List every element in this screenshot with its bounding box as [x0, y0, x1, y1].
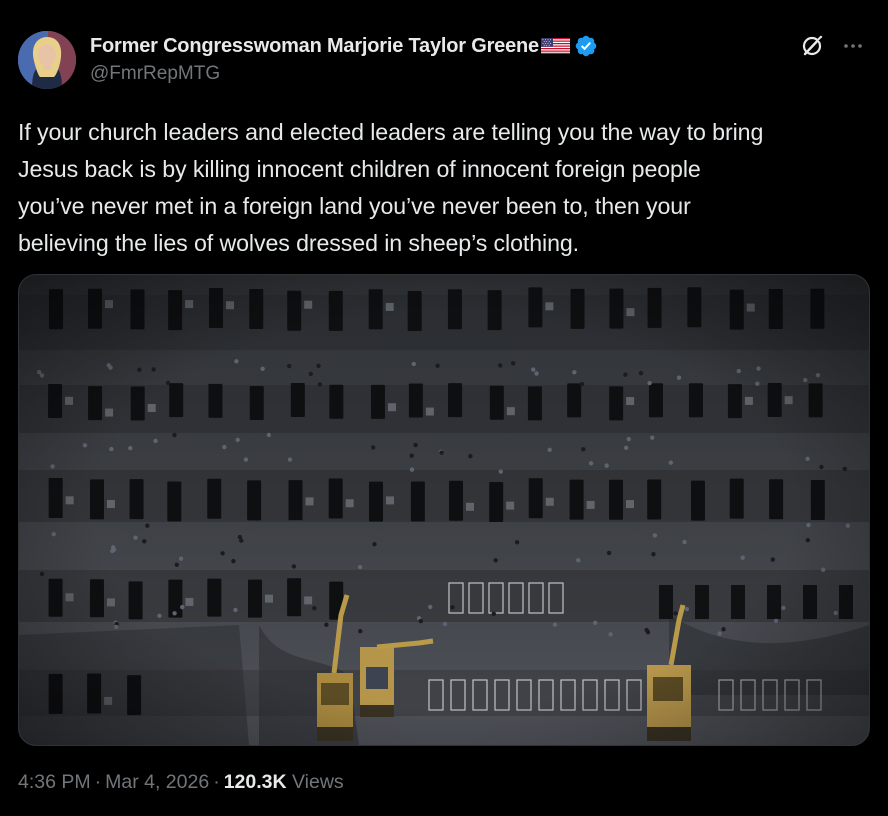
meta-separator: ·	[213, 771, 220, 793]
us-flag-icon	[540, 38, 570, 54]
post-date[interactable]: Mar 4, 2026	[105, 771, 209, 793]
post-time[interactable]: 4:36 PM	[18, 771, 91, 793]
post-meta: 4:36 PM · Mar 4, 2026 · 120.3K Views	[18, 771, 344, 794]
meta-separator: ·	[94, 771, 102, 793]
avatar[interactable]	[18, 31, 76, 89]
views-count: 120.3K	[223, 771, 287, 793]
more-options-icon[interactable]	[840, 33, 866, 59]
verified-badge-icon[interactable]	[574, 34, 598, 58]
grok-icon[interactable]	[800, 33, 826, 59]
avatar-image	[18, 31, 76, 89]
post-text: If your church leaders and elected leade…	[18, 119, 764, 256]
author-name-row: Former Congresswoman Marjorie Taylor Gre…	[90, 32, 870, 60]
post-header: Former Congresswoman Marjorie Taylor Gre…	[90, 32, 870, 92]
views-label: Views	[292, 771, 344, 793]
author-display-name[interactable]: Former Congresswoman Marjorie Taylor Gre…	[90, 35, 539, 58]
post-media-photo[interactable]	[18, 274, 870, 746]
aerial-photo-of-graves	[19, 275, 869, 745]
post: Former Congresswoman Marjorie Taylor Gre…	[0, 0, 888, 816]
post-top-actions	[800, 33, 866, 59]
author-handle[interactable]: @FmrRepMTG	[90, 63, 870, 85]
